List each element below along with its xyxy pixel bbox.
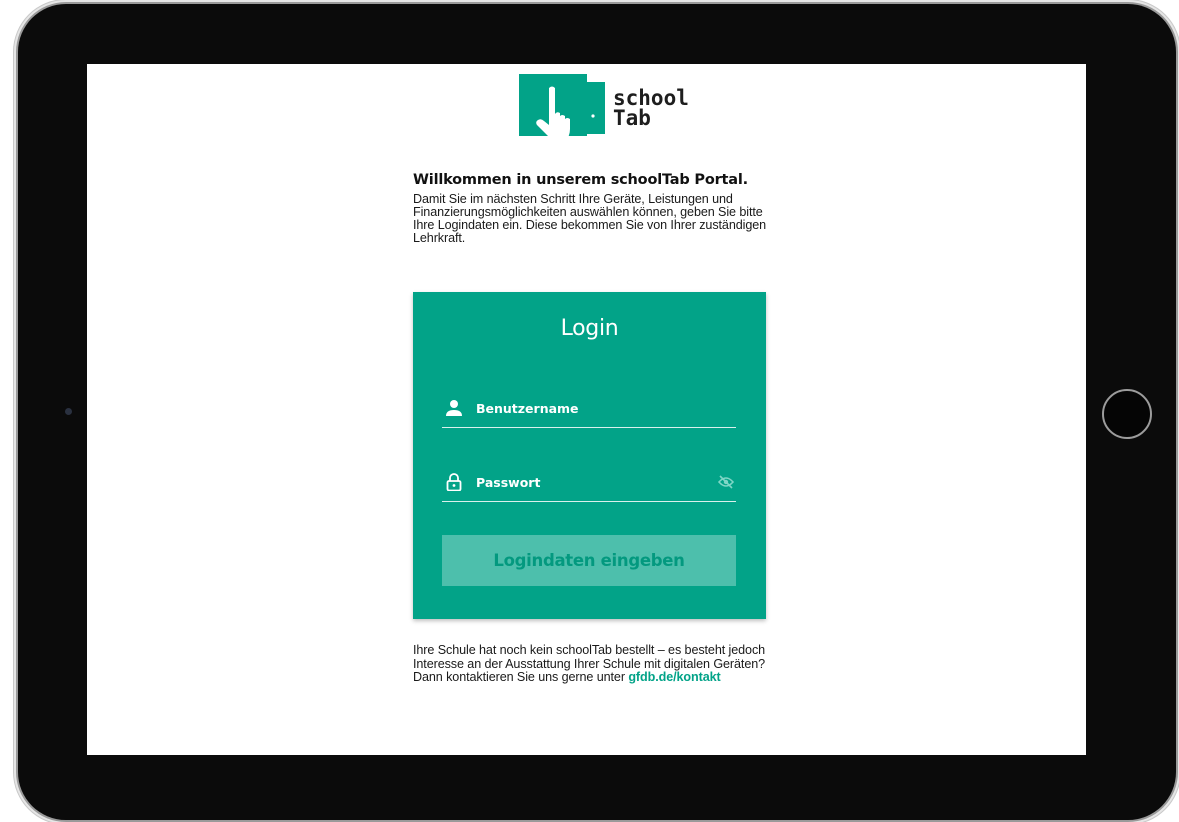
welcome-heading: Willkommen in unserem schoolTab Portal.: [413, 172, 748, 188]
footer-note: Ihre Schule hat noch kein schoolTab best…: [413, 643, 773, 685]
user-icon: [446, 400, 462, 416]
tablet-frame: school Tab Willkommen in unserem schoolT…: [18, 4, 1176, 820]
login-card: Login Benutzername Logindaten eingeben: [413, 292, 766, 619]
login-title: Login: [560, 316, 619, 341]
schooltab-logo: school Tab: [519, 74, 709, 136]
eye-off-icon[interactable]: [718, 475, 734, 489]
home-button[interactable]: [1102, 389, 1152, 439]
login-submit-button[interactable]: Logindaten eingeben: [442, 535, 736, 586]
username-input[interactable]: [476, 397, 716, 419]
screen: school Tab Willkommen in unserem schoolT…: [87, 64, 1086, 755]
contact-link[interactable]: gfdb.de/kontakt: [628, 670, 720, 684]
password-field: [442, 469, 736, 502]
lock-icon: [446, 473, 462, 491]
logo-wordmark: school Tab: [613, 86, 689, 130]
hand-pointer-logo-icon: [519, 74, 605, 136]
intro-section: Willkommen in unserem schoolTab Portal. …: [413, 172, 773, 245]
username-field: [442, 395, 736, 428]
password-input[interactable]: [476, 471, 716, 493]
logo-line-tab: Tab: [613, 106, 651, 130]
welcome-text: Damit Sie im nächsten Schritt Ihre Gerät…: [413, 192, 767, 245]
camera-dot: [65, 408, 72, 415]
logo-line-school: school: [613, 86, 689, 110]
